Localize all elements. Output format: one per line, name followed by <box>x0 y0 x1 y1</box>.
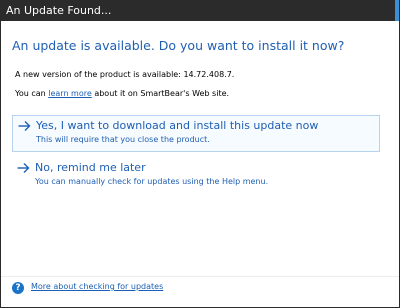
update-dialog: An Update Found... An update is availabl… <box>0 0 400 308</box>
install-now-option[interactable]: Yes, I want to download and install this… <box>12 115 380 152</box>
remind-later-option[interactable]: No, remind me later You can manually che… <box>12 158 380 194</box>
more-about-updates-link[interactable]: More about checking for updates <box>31 282 163 291</box>
help-icon[interactable]: ? <box>12 282 24 294</box>
footer-divider <box>1 276 399 277</box>
title-bar: An Update Found... <box>1 0 399 21</box>
learn-suffix: about it on SmartBear's Web site. <box>91 89 230 98</box>
learn-more-link[interactable]: learn more <box>48 89 92 98</box>
arrow-right-icon <box>17 162 30 174</box>
remind-later-title: No, remind me later <box>35 161 146 174</box>
install-now-subtitle: This will require that you close the pro… <box>36 135 210 144</box>
window-title: An Update Found... <box>6 4 112 17</box>
title-bar-accent <box>395 0 399 21</box>
learn-prefix: You can <box>15 89 49 98</box>
version-text: A new version of the product is availabl… <box>15 70 235 79</box>
learn-more-line: You can learn more about it on SmartBear… <box>15 89 229 98</box>
dialog-body: An update is available. Do you want to i… <box>1 21 399 307</box>
remind-later-subtitle: You can manually check for updates using… <box>35 177 269 186</box>
install-now-title: Yes, I want to download and install this… <box>36 119 319 132</box>
arrow-right-icon <box>18 120 31 132</box>
page-title: An update is available. Do you want to i… <box>12 38 345 53</box>
